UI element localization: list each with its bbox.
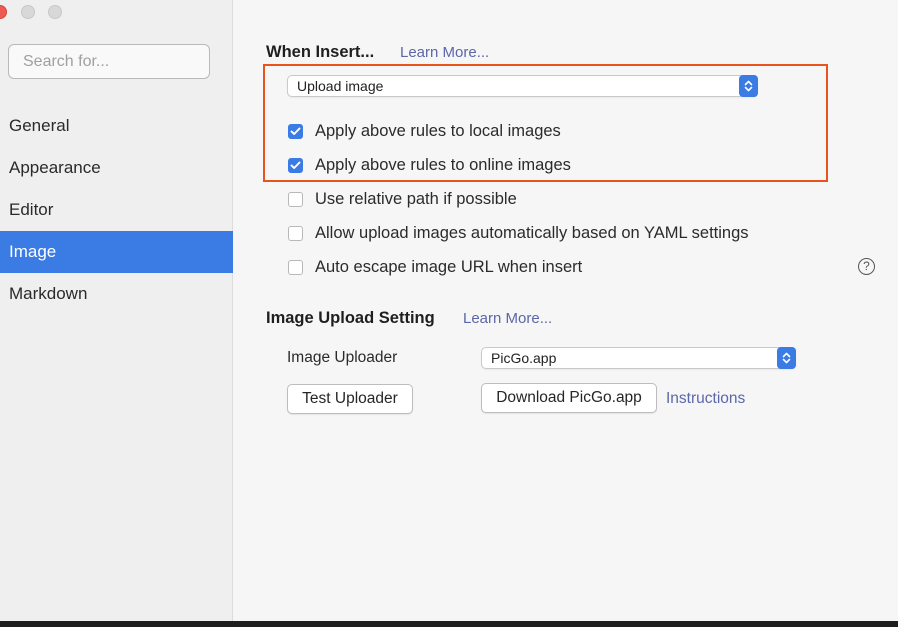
sidebar: General Appearance Editor Image Markdown: [0, 0, 233, 621]
image-uploader-label: Image Uploader: [287, 349, 398, 366]
option-label: Allow upload images automatically based …: [315, 223, 749, 242]
image-settings-panel: When Insert... Learn More... Upload imag…: [234, 0, 898, 621]
upload-setting-title: Image Upload Setting: [266, 309, 435, 327]
when-insert-learn-more-link[interactable]: Learn More...: [400, 44, 489, 61]
insert-action-value: Upload image: [297, 78, 384, 94]
zoom-window-button[interactable]: [48, 5, 62, 19]
image-uploader-select[interactable]: PicGo.app: [481, 347, 796, 369]
checkbox-local-images[interactable]: [288, 123, 303, 139]
checkbox-yaml-upload[interactable]: [288, 225, 303, 241]
test-uploader-button[interactable]: Test Uploader: [287, 384, 413, 414]
question-circle-icon[interactable]: ?: [858, 258, 875, 275]
image-uploader-value: PicGo.app: [491, 350, 557, 366]
download-picgo-button[interactable]: Download PicGo.app: [481, 383, 657, 413]
option-label: Apply above rules to local images: [315, 121, 561, 140]
when-insert-title: When Insert...: [266, 43, 375, 61]
insert-action-select[interactable]: Upload image: [287, 75, 758, 97]
instructions-link[interactable]: Instructions: [666, 390, 745, 408]
sidebar-item-image[interactable]: Image: [0, 231, 233, 273]
option-label: Apply above rules to online images: [315, 155, 571, 174]
window-bottom-edge: [0, 621, 898, 627]
search-input[interactable]: [8, 44, 210, 79]
close-window-button[interactable]: [0, 5, 7, 19]
option-escape-url[interactable]: Auto escape image URL when insert: [288, 255, 582, 279]
sidebar-item-editor[interactable]: Editor: [0, 189, 233, 231]
sidebar-item-general[interactable]: General: [0, 105, 233, 147]
option-yaml-upload[interactable]: Allow upload images automatically based …: [288, 221, 749, 245]
option-label: Auto escape image URL when insert: [315, 257, 583, 276]
option-online-images[interactable]: Apply above rules to online images: [288, 153, 571, 177]
sidebar-nav: General Appearance Editor Image Markdown: [0, 105, 233, 315]
upload-setting-learn-more-link[interactable]: Learn More...: [463, 310, 552, 327]
sidebar-item-appearance[interactable]: Appearance: [0, 147, 233, 189]
checkbox-escape-url[interactable]: [288, 259, 303, 275]
chevron-up-down-icon: [777, 347, 796, 369]
option-label: Use relative path if possible: [315, 189, 517, 208]
option-local-images[interactable]: Apply above rules to local images: [288, 119, 561, 143]
checkbox-relative-path[interactable]: [288, 191, 303, 207]
sidebar-item-markdown[interactable]: Markdown: [0, 273, 233, 315]
chevron-up-down-icon: [739, 75, 758, 97]
option-relative-path[interactable]: Use relative path if possible: [288, 187, 517, 211]
minimize-window-button[interactable]: [21, 5, 35, 19]
preferences-window: General Appearance Editor Image Markdown…: [0, 0, 898, 621]
checkbox-online-images[interactable]: [288, 157, 303, 173]
